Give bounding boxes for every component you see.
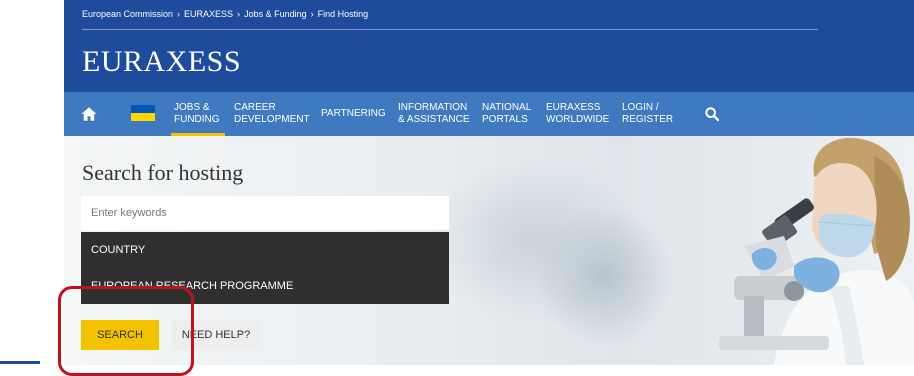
highlight-annotation <box>58 286 194 376</box>
breadcrumb-separator: › <box>177 9 181 19</box>
corner-accent <box>0 361 40 364</box>
main-nav: JOBS & FUNDING CAREER DEVELOPMENT PARTNE… <box>64 92 914 136</box>
ukraine-flag-icon[interactable] <box>131 105 155 121</box>
country-select-label: COUNTRY <box>91 244 146 256</box>
site-header: European Commission › EURAXESS › Jobs & Fund… <box>64 0 914 92</box>
nav-item-label: INFORMATION & ASSISTANCE <box>398 102 470 125</box>
scientist-with-microscope-image <box>719 137 914 365</box>
breadcrumb-item[interactable]: European Commission <box>82 9 173 19</box>
nav-item-label: JOBS & FUNDING <box>174 102 220 125</box>
breadcrumb-separator: › <box>310 9 314 19</box>
nav-item-information-assistance[interactable]: INFORMATION & ASSISTANCE <box>398 92 470 136</box>
breadcrumb-item[interactable]: EURAXESS <box>184 9 233 19</box>
site-logo[interactable]: EURAXESS <box>82 45 241 79</box>
keywords-input[interactable] <box>81 196 449 230</box>
nav-item-jobs-funding[interactable]: JOBS & FUNDING <box>174 92 220 136</box>
header-divider <box>82 29 818 30</box>
page-title: Search for hosting <box>82 160 244 185</box>
nav-item-national-portals[interactable]: NATIONAL PORTALS <box>482 92 531 136</box>
breadcrumb-item-current: Find Hosting <box>317 9 369 19</box>
search-icon[interactable] <box>704 106 720 122</box>
nav-item-label: LOGIN / REGISTER <box>622 102 674 125</box>
country-select[interactable]: COUNTRY <box>81 232 449 268</box>
nav-item-career-development[interactable]: CAREER DEVELOPMENT <box>234 92 310 136</box>
nav-item-partnering[interactable]: PARTNERING <box>321 92 386 136</box>
breadcrumb-separator: › <box>237 9 241 19</box>
nav-item-label: NATIONAL PORTALS <box>482 102 532 125</box>
page: European Commission › EURAXESS › Jobs & Fund… <box>0 0 914 376</box>
nav-item-label: CAREER DEVELOPMENT <box>234 102 310 125</box>
nav-item-euraxess-worldwide[interactable]: EURAXESS WORLDWIDE <box>546 92 609 136</box>
breadcrumb: European Commission › EURAXESS › Jobs & Fund… <box>82 9 368 19</box>
breadcrumb-item[interactable]: Jobs & Funding <box>244 9 307 19</box>
nav-item-login-register[interactable]: LOGIN / REGISTER <box>622 92 673 136</box>
left-margin <box>0 0 64 365</box>
nav-item-label: PARTNERING <box>321 108 386 119</box>
home-icon[interactable] <box>80 105 98 123</box>
nav-item-label: EURAXESS WORLDWIDE <box>546 102 610 125</box>
